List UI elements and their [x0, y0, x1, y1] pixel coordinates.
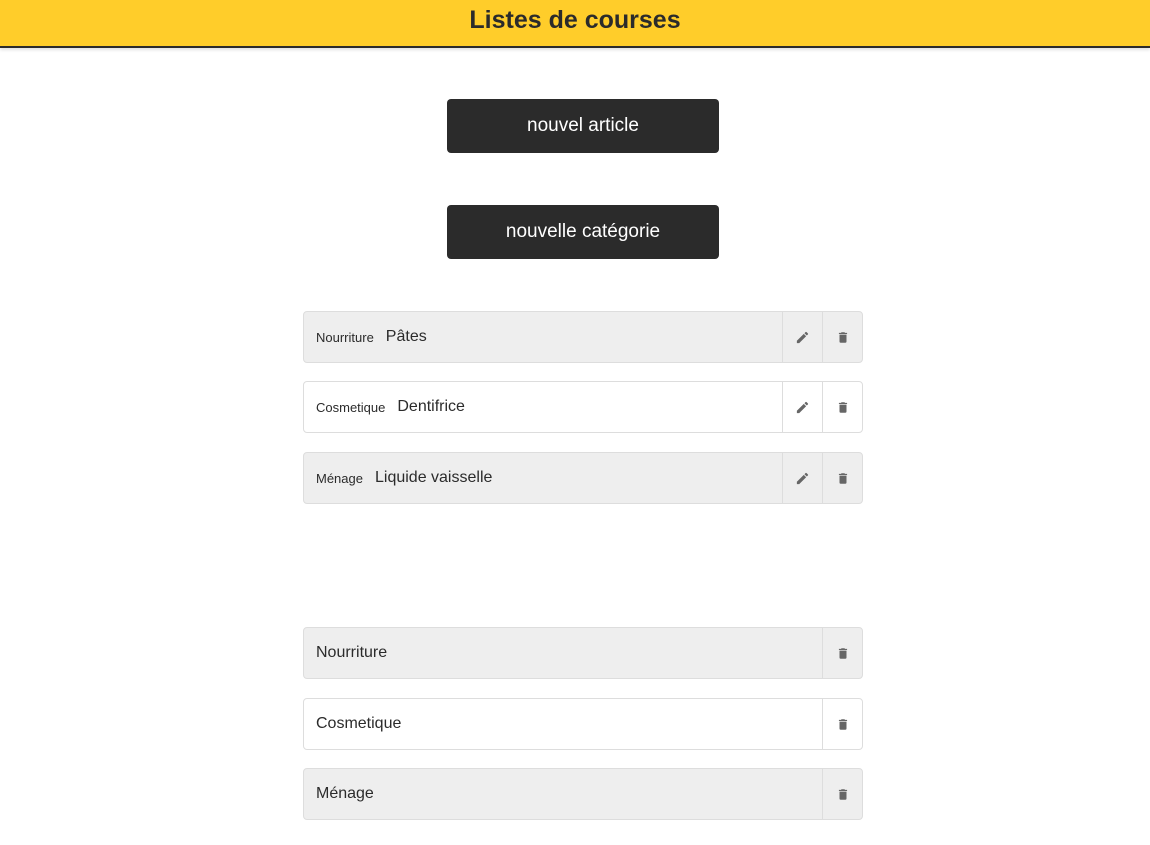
pencil-icon: [796, 331, 809, 343]
delete-category-button[interactable]: [822, 699, 862, 749]
article-name: Liquide vaisselle: [374, 469, 493, 486]
trash-icon: [838, 647, 847, 659]
article-row: Ménage Liquide vaisselle: [303, 452, 863, 504]
delete-category-button[interactable]: [822, 628, 862, 678]
trash-icon: [838, 331, 847, 343]
pencil-icon: [796, 472, 809, 484]
new-category-button[interactable]: nouvelle catégorie: [447, 205, 719, 259]
category-name: Ménage: [316, 785, 374, 802]
article-category-label: Ménage: [316, 470, 363, 486]
category-row: Ménage: [303, 768, 863, 820]
category-row: Nourriture: [303, 627, 863, 679]
trash-icon: [838, 472, 847, 484]
edit-article-button[interactable]: [782, 453, 822, 503]
article-row: Cosmetique Dentifrice: [303, 381, 863, 433]
article-content: Cosmetique Dentifrice: [304, 382, 782, 432]
page-title: Listes de courses: [469, 6, 681, 34]
edit-article-button[interactable]: [782, 312, 822, 362]
delete-article-button[interactable]: [822, 312, 862, 362]
category-content: Cosmetique: [304, 699, 822, 749]
trash-icon: [838, 718, 847, 730]
edit-article-button[interactable]: [782, 382, 822, 432]
delete-article-button[interactable]: [822, 453, 862, 503]
article-name: Pâtes: [385, 328, 427, 345]
article-category-label: Nourriture: [316, 329, 374, 345]
article-category-label: Cosmetique: [316, 399, 386, 415]
delete-category-button[interactable]: [822, 769, 862, 819]
article-content: Ménage Liquide vaisselle: [304, 453, 782, 503]
pencil-icon: [796, 401, 809, 413]
category-content: Nourriture: [304, 628, 822, 678]
delete-article-button[interactable]: [822, 382, 862, 432]
article-row: Nourriture Pâtes: [303, 311, 863, 363]
trash-icon: [838, 401, 847, 413]
category-row: Cosmetique: [303, 698, 863, 750]
category-content: Ménage: [304, 769, 822, 819]
category-name: Nourriture: [316, 644, 388, 661]
article-content: Nourriture Pâtes: [304, 312, 782, 362]
app-header: Listes de courses: [0, 0, 1150, 48]
article-name: Dentifrice: [397, 398, 465, 415]
trash-icon: [838, 788, 847, 800]
category-name: Cosmetique: [316, 715, 402, 732]
new-article-button[interactable]: nouvel article: [447, 99, 719, 153]
